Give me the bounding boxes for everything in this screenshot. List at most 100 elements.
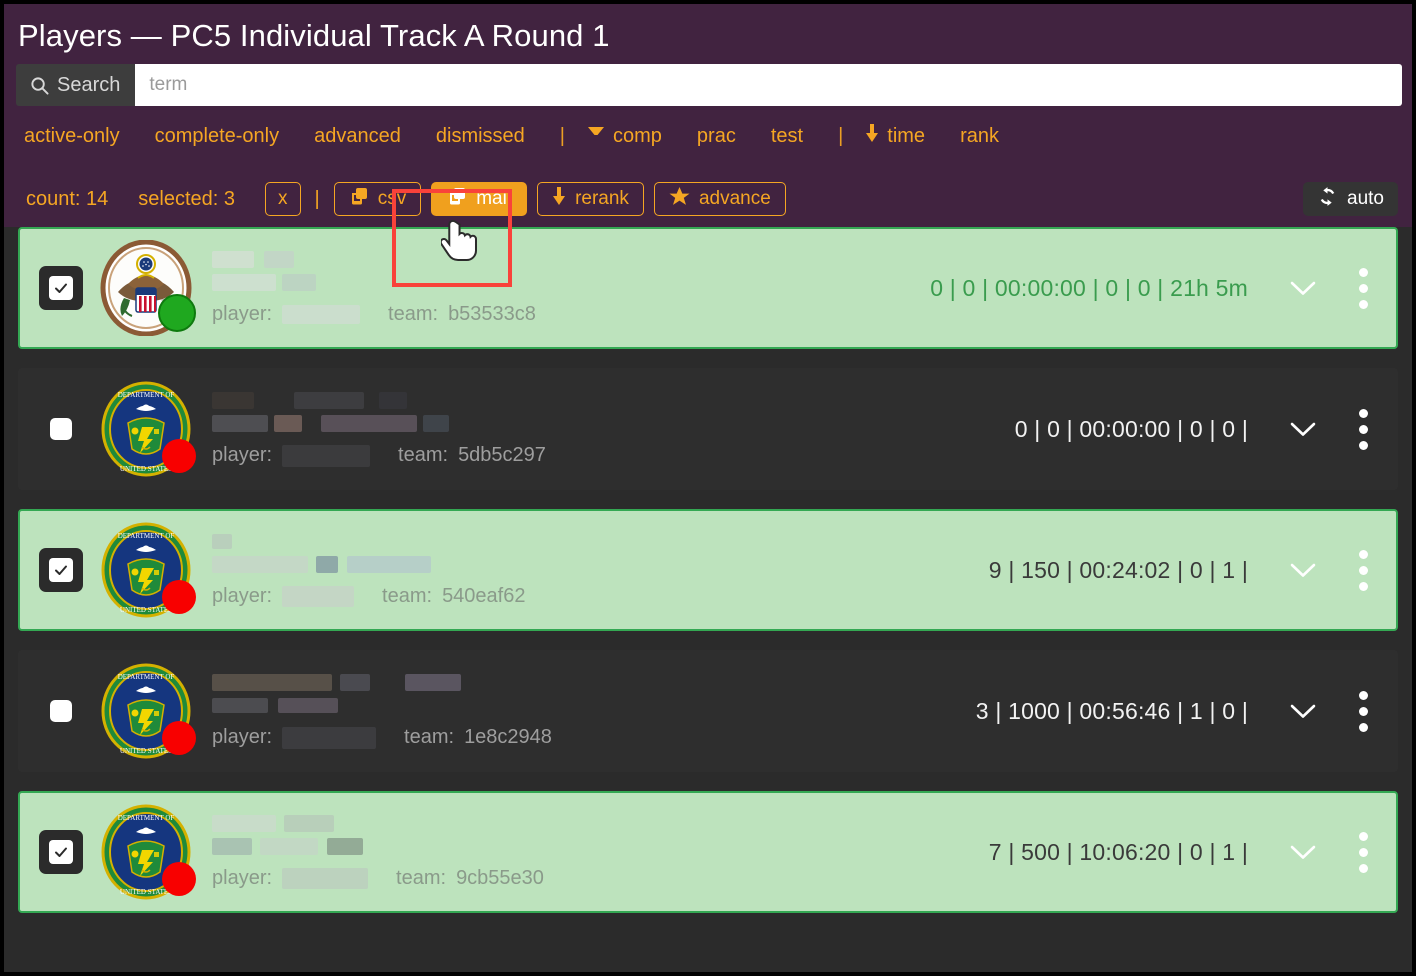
expand-chevron-icon[interactable]: [1282, 280, 1324, 297]
csv-button[interactable]: csv: [333, 182, 422, 216]
filter-advanced[interactable]: advanced: [314, 123, 419, 150]
row-checkbox[interactable]: [38, 266, 84, 310]
player-label: player:: [212, 585, 273, 607]
row-menu-button[interactable]: [1346, 831, 1380, 873]
avatar: DEPARTMENT OF UNITED STATES: [98, 381, 196, 477]
redacted-name: [212, 391, 1015, 434]
status-dot-offline: [162, 862, 196, 896]
svg-text:UNITED STATES: UNITED STATES: [120, 888, 172, 896]
row-menu-button[interactable]: [1346, 267, 1380, 309]
expand-chevron-icon[interactable]: [1282, 421, 1324, 438]
filter-label: comp: [613, 125, 662, 147]
filter-active-only[interactable]: active-only: [24, 123, 138, 150]
row-checkbox[interactable]: [38, 700, 84, 722]
expand-chevron-icon[interactable]: [1282, 703, 1324, 720]
filter-label: dismissed: [435, 125, 525, 147]
filter-dismissed[interactable]: dismissed: [436, 123, 543, 150]
toolbar-divider: |: [314, 187, 320, 210]
refresh-icon: [1317, 186, 1338, 213]
search-button[interactable]: Search: [16, 64, 136, 106]
table-row[interactable]: DEPARTMENT OF UNITED STATES player: team…: [18, 791, 1398, 913]
status-dot-offline: [162, 721, 196, 755]
team-label: team:: [396, 867, 447, 889]
search-input[interactable]: [135, 64, 1402, 106]
sort-rank[interactable]: rank: [960, 123, 1017, 150]
row-menu-button[interactable]: [1346, 690, 1380, 732]
checkbox-unchecked-icon: [50, 418, 72, 440]
player-identity: player: team: b53533c8: [206, 250, 930, 326]
checkbox-unchecked-icon: [50, 700, 72, 722]
table-row[interactable]: DEPARTMENT OF UNITED STATES player: team…: [18, 509, 1398, 631]
filter-label: prac: [696, 125, 736, 147]
mail-label: mail: [476, 188, 512, 209]
avatar: DEPARTMENT OF UNITED STATES: [98, 663, 196, 759]
team-id: b53533c8: [448, 303, 536, 325]
filter-divider-2: |: [838, 125, 844, 147]
row-stats: 3 | 1000 | 00:56:46 | 1 | 0 |: [975, 697, 1248, 724]
row-checkbox[interactable]: [38, 418, 84, 440]
auto-refresh-button[interactable]: auto: [1303, 182, 1398, 216]
team-id: 9cb55e30: [456, 867, 544, 889]
player-identity: player: team: 9cb55e30: [206, 814, 989, 890]
copy-icon: [349, 186, 369, 212]
rerank-label: rerank: [575, 188, 629, 209]
expand-chevron-icon[interactable]: [1282, 562, 1324, 579]
status-dot-offline: [162, 580, 196, 614]
checkbox-checked-icon: [39, 830, 83, 874]
player-list: player: team: b53533c8 0 | 0 | 00:00:00 …: [4, 227, 1412, 913]
player-label: player:: [212, 867, 273, 889]
checkbox-checked-icon: [39, 548, 83, 592]
svg-text:DEPARTMENT OF: DEPARTMENT OF: [118, 391, 175, 399]
player-label: player:: [212, 726, 273, 748]
status-dot-offline: [162, 439, 196, 473]
avatar: [98, 240, 196, 336]
filter-comp[interactable]: comp: [587, 123, 680, 151]
redacted-player-id: [282, 305, 361, 324]
filter-complete-only[interactable]: complete-only: [155, 123, 298, 150]
svg-text:DEPARTMENT OF: DEPARTMENT OF: [118, 532, 175, 540]
redacted-player-id: [282, 868, 369, 889]
search-button-label: Search: [57, 73, 121, 96]
star-icon: [669, 186, 690, 212]
table-row[interactable]: player: team: b53533c8 0 | 0 | 00:00:00 …: [18, 227, 1398, 349]
search-icon: [30, 76, 49, 95]
count-label: count: 14: [26, 187, 109, 210]
advance-button[interactable]: advance: [653, 182, 786, 216]
table-row[interactable]: DEPARTMENT OF UNITED STATES player: team…: [18, 650, 1398, 772]
redacted-name: [212, 814, 989, 857]
row-menu-button[interactable]: [1346, 549, 1380, 591]
svg-text:DEPARTMENT OF: DEPARTMENT OF: [118, 673, 175, 681]
mail-button[interactable]: mail: [431, 182, 528, 216]
sort-label: rank: [960, 125, 999, 147]
table-row[interactable]: DEPARTMENT OF UNITED STATES player: team…: [18, 368, 1398, 490]
player-label: player:: [212, 444, 273, 466]
toolbar-actions: csv mail rerank advance: [333, 182, 786, 216]
svg-text:UNITED STATES: UNITED STATES: [120, 747, 172, 755]
filter-label: complete-only: [154, 125, 280, 147]
clear-selection-button[interactable]: x: [265, 182, 301, 216]
svg-text:UNITED STATES: UNITED STATES: [120, 606, 172, 614]
expand-chevron-icon[interactable]: [1282, 844, 1324, 861]
redacted-name: [212, 673, 976, 716]
page-title: Players — PC5 Individual Track A Round 1: [18, 18, 610, 53]
redacted-player-id: [282, 444, 371, 467]
avatar: DEPARTMENT OF UNITED STATES: [98, 522, 196, 618]
player-identity: player: team: 1e8c2948: [206, 673, 976, 749]
auto-label: auto: [1347, 188, 1384, 209]
search-bar: Search: [16, 64, 1402, 106]
page-header: Players — PC5 Individual Track A Round 1…: [4, 4, 1412, 171]
row-stats: 7 | 500 | 10:06:20 | 0 | 1 |: [988, 838, 1248, 865]
sort-time[interactable]: time: [865, 122, 943, 151]
filter-prac[interactable]: prac: [697, 123, 754, 150]
row-menu-button[interactable]: [1346, 408, 1380, 450]
row-stats: 0 | 0 | 00:00:00 | 0 | 0 |: [1014, 415, 1248, 442]
team-id: 1e8c2948: [464, 726, 552, 748]
row-checkbox[interactable]: [38, 548, 84, 592]
redacted-player-id: [282, 586, 355, 607]
filter-test[interactable]: test: [771, 123, 821, 150]
row-checkbox[interactable]: [38, 830, 84, 874]
player-label: player:: [212, 303, 273, 325]
checkbox-checked-icon: [39, 266, 83, 310]
rerank-button[interactable]: rerank: [537, 182, 644, 216]
player-identity: player: team: 5db5c297: [206, 391, 1015, 467]
